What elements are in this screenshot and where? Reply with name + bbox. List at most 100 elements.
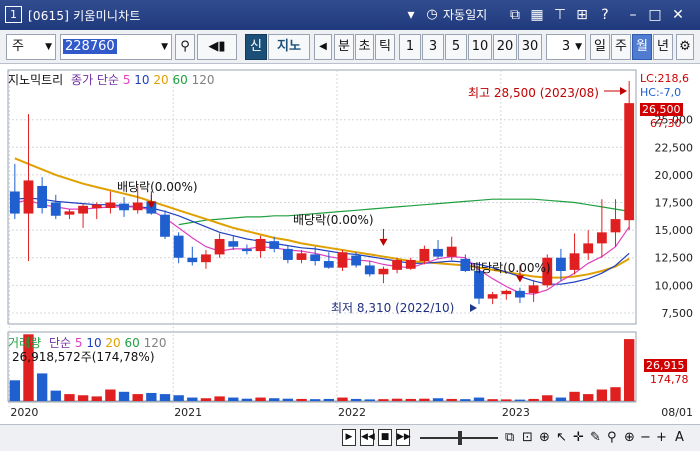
volume-bar [405, 398, 416, 401]
fast-forward-icon[interactable]: ▶▶ [396, 429, 411, 446]
hc-tag: HC:-7,0 [640, 86, 682, 99]
dividend-annotation-2: 배당락(0.00%) [293, 213, 374, 227]
candle-body [405, 259, 416, 269]
pct-tag: 67,30 [650, 117, 682, 130]
lock-icon[interactable]: ⊡ [522, 430, 533, 446]
candle-body [487, 294, 498, 299]
candle-body [37, 185, 48, 209]
x-tick-label: 2023 [502, 406, 530, 419]
volume-pct-tag: 174,78 [650, 373, 689, 386]
plus-icon[interactable]: + [656, 430, 667, 446]
candle-body [187, 257, 198, 263]
ma-period-60: 60 [168, 73, 188, 87]
candle-body [528, 285, 539, 294]
ma-periods: 5 10 20 60 120 [123, 73, 215, 87]
volume-bar [64, 394, 75, 401]
volume-current: 26,918,572주(174,78%) [12, 350, 155, 364]
x-tick-label: 08/01 [661, 406, 693, 419]
y-tick-label: 12,500 [655, 252, 694, 265]
candle-body [515, 290, 525, 298]
candle-body [555, 257, 566, 271]
candle-body [610, 219, 621, 233]
volume-bar [200, 398, 212, 401]
volume-bar [309, 399, 321, 401]
magnifier-icon[interactable]: ⚲ [607, 430, 617, 446]
volume-bar [9, 380, 21, 401]
candle-body [241, 248, 252, 252]
copy-icon[interactable]: ⧉ [505, 430, 514, 446]
volume-bar [337, 397, 348, 401]
volume-bar [364, 399, 375, 401]
y-tick-label: 7,500 [662, 307, 694, 320]
candle-body [228, 241, 239, 247]
price-tag: 26,500 [640, 103, 683, 116]
volume-bar [173, 395, 184, 401]
volume-tag: 26,915 [644, 359, 687, 372]
zoom-in-icon[interactable]: ⊕ [624, 430, 635, 446]
volume-bar [378, 399, 389, 401]
volume-bar [583, 394, 594, 401]
rewind-icon[interactable]: ◀◀ [360, 429, 375, 446]
volume-bar [146, 392, 157, 401]
candle-body [132, 202, 143, 211]
volume-bar [296, 398, 307, 401]
candle-body [446, 246, 457, 257]
volume-bar [555, 397, 567, 401]
volume-bar [159, 394, 171, 401]
stop-icon[interactable]: ■ [378, 429, 392, 446]
ma-period-20: 20 [149, 73, 169, 87]
volume-bar [514, 399, 526, 401]
volume-bar [542, 395, 553, 401]
volume-bar [610, 387, 621, 401]
low-annotation: 최저 8,310 (2022/10) [331, 301, 455, 315]
candle-body [23, 180, 34, 214]
minus-icon[interactable]: − [640, 430, 651, 446]
volume-bar [105, 389, 116, 401]
ma-period-120: 120 [187, 73, 215, 87]
volume-bar [228, 397, 239, 401]
bottom-bar: ▶ ◀◀ ■ ▶▶ ⧉ ⊡ ⊕ ↖ ✛ ✎ ⚲ ⊕ − + A [0, 424, 700, 451]
candle-body [337, 252, 348, 268]
candle-body [378, 268, 389, 275]
volume-bar [323, 398, 335, 401]
candle-body [392, 259, 403, 270]
stock-name: 지노믹트리 [8, 73, 64, 87]
volume-bar [446, 398, 457, 401]
candle-body [160, 214, 170, 237]
volume-bar [419, 398, 430, 401]
target-icon[interactable]: ⊕ [539, 430, 550, 446]
font-size-icon[interactable]: A [675, 430, 684, 446]
volume-bar [255, 397, 266, 401]
volume-bar [596, 389, 608, 401]
candle-body [296, 253, 307, 260]
volume-bar [460, 399, 471, 401]
y-tick-label: 17,500 [655, 197, 694, 210]
volume-bar [528, 398, 539, 401]
candle-body [501, 290, 512, 295]
scroll-right-icon[interactable]: ▶ [342, 429, 356, 446]
candle-body [105, 202, 116, 209]
candle-body [583, 243, 594, 254]
x-tick-label: 2021 [174, 406, 202, 419]
zoom-slider-thumb[interactable] [458, 431, 462, 445]
crosshair-icon[interactable]: ✛ [573, 430, 584, 446]
cursor-icon[interactable]: ↖ [556, 430, 567, 446]
y-tick-label: 20,000 [655, 169, 694, 182]
candle-body [596, 232, 607, 244]
volume-bar [391, 398, 403, 401]
edit-icon[interactable]: ✎ [590, 430, 601, 446]
candle-body [310, 254, 321, 262]
volume-bar [623, 339, 635, 401]
volume-bar [501, 399, 512, 401]
candle-body [624, 103, 635, 221]
volume-bar [282, 398, 294, 401]
candle-body [282, 248, 293, 260]
candle-body [119, 203, 129, 211]
price-legend: 지노믹트리 종가 단순 5 10 20 60 120 [8, 71, 214, 88]
volume-bar [269, 398, 280, 401]
volume-bar [132, 394, 143, 401]
candle-body [419, 248, 430, 262]
volume-bar [569, 391, 580, 401]
volume-bar [91, 396, 102, 401]
candle-body [433, 248, 443, 257]
